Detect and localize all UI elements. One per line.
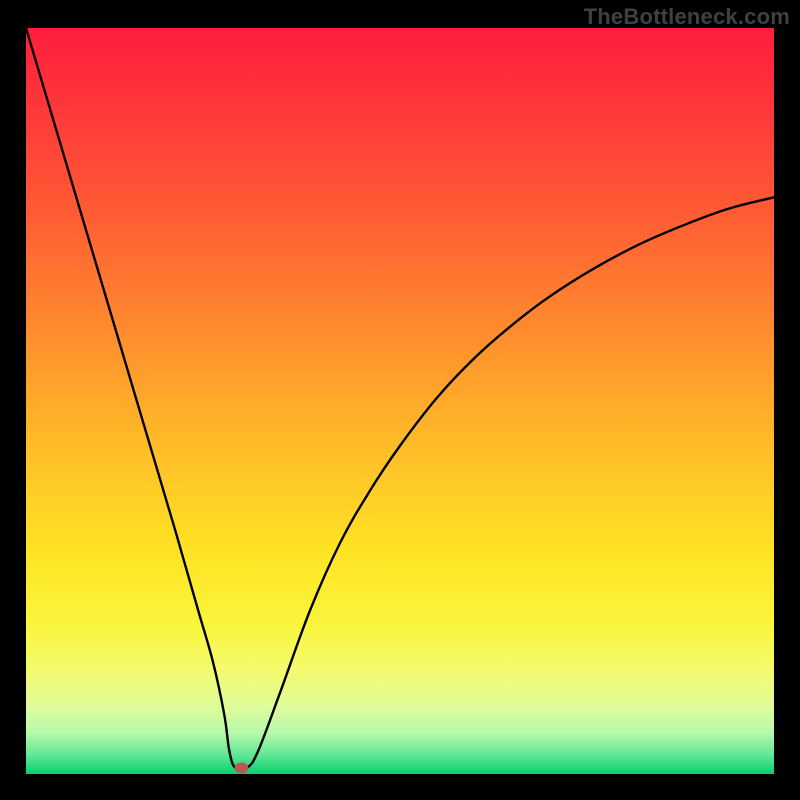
gradient-background (26, 28, 774, 774)
optimal-point-marker (234, 763, 248, 774)
watermark-text: TheBottleneck.com (584, 4, 790, 30)
chart-plot-area (26, 28, 774, 774)
chart-frame: TheBottleneck.com (0, 0, 800, 800)
chart-svg (26, 28, 774, 774)
